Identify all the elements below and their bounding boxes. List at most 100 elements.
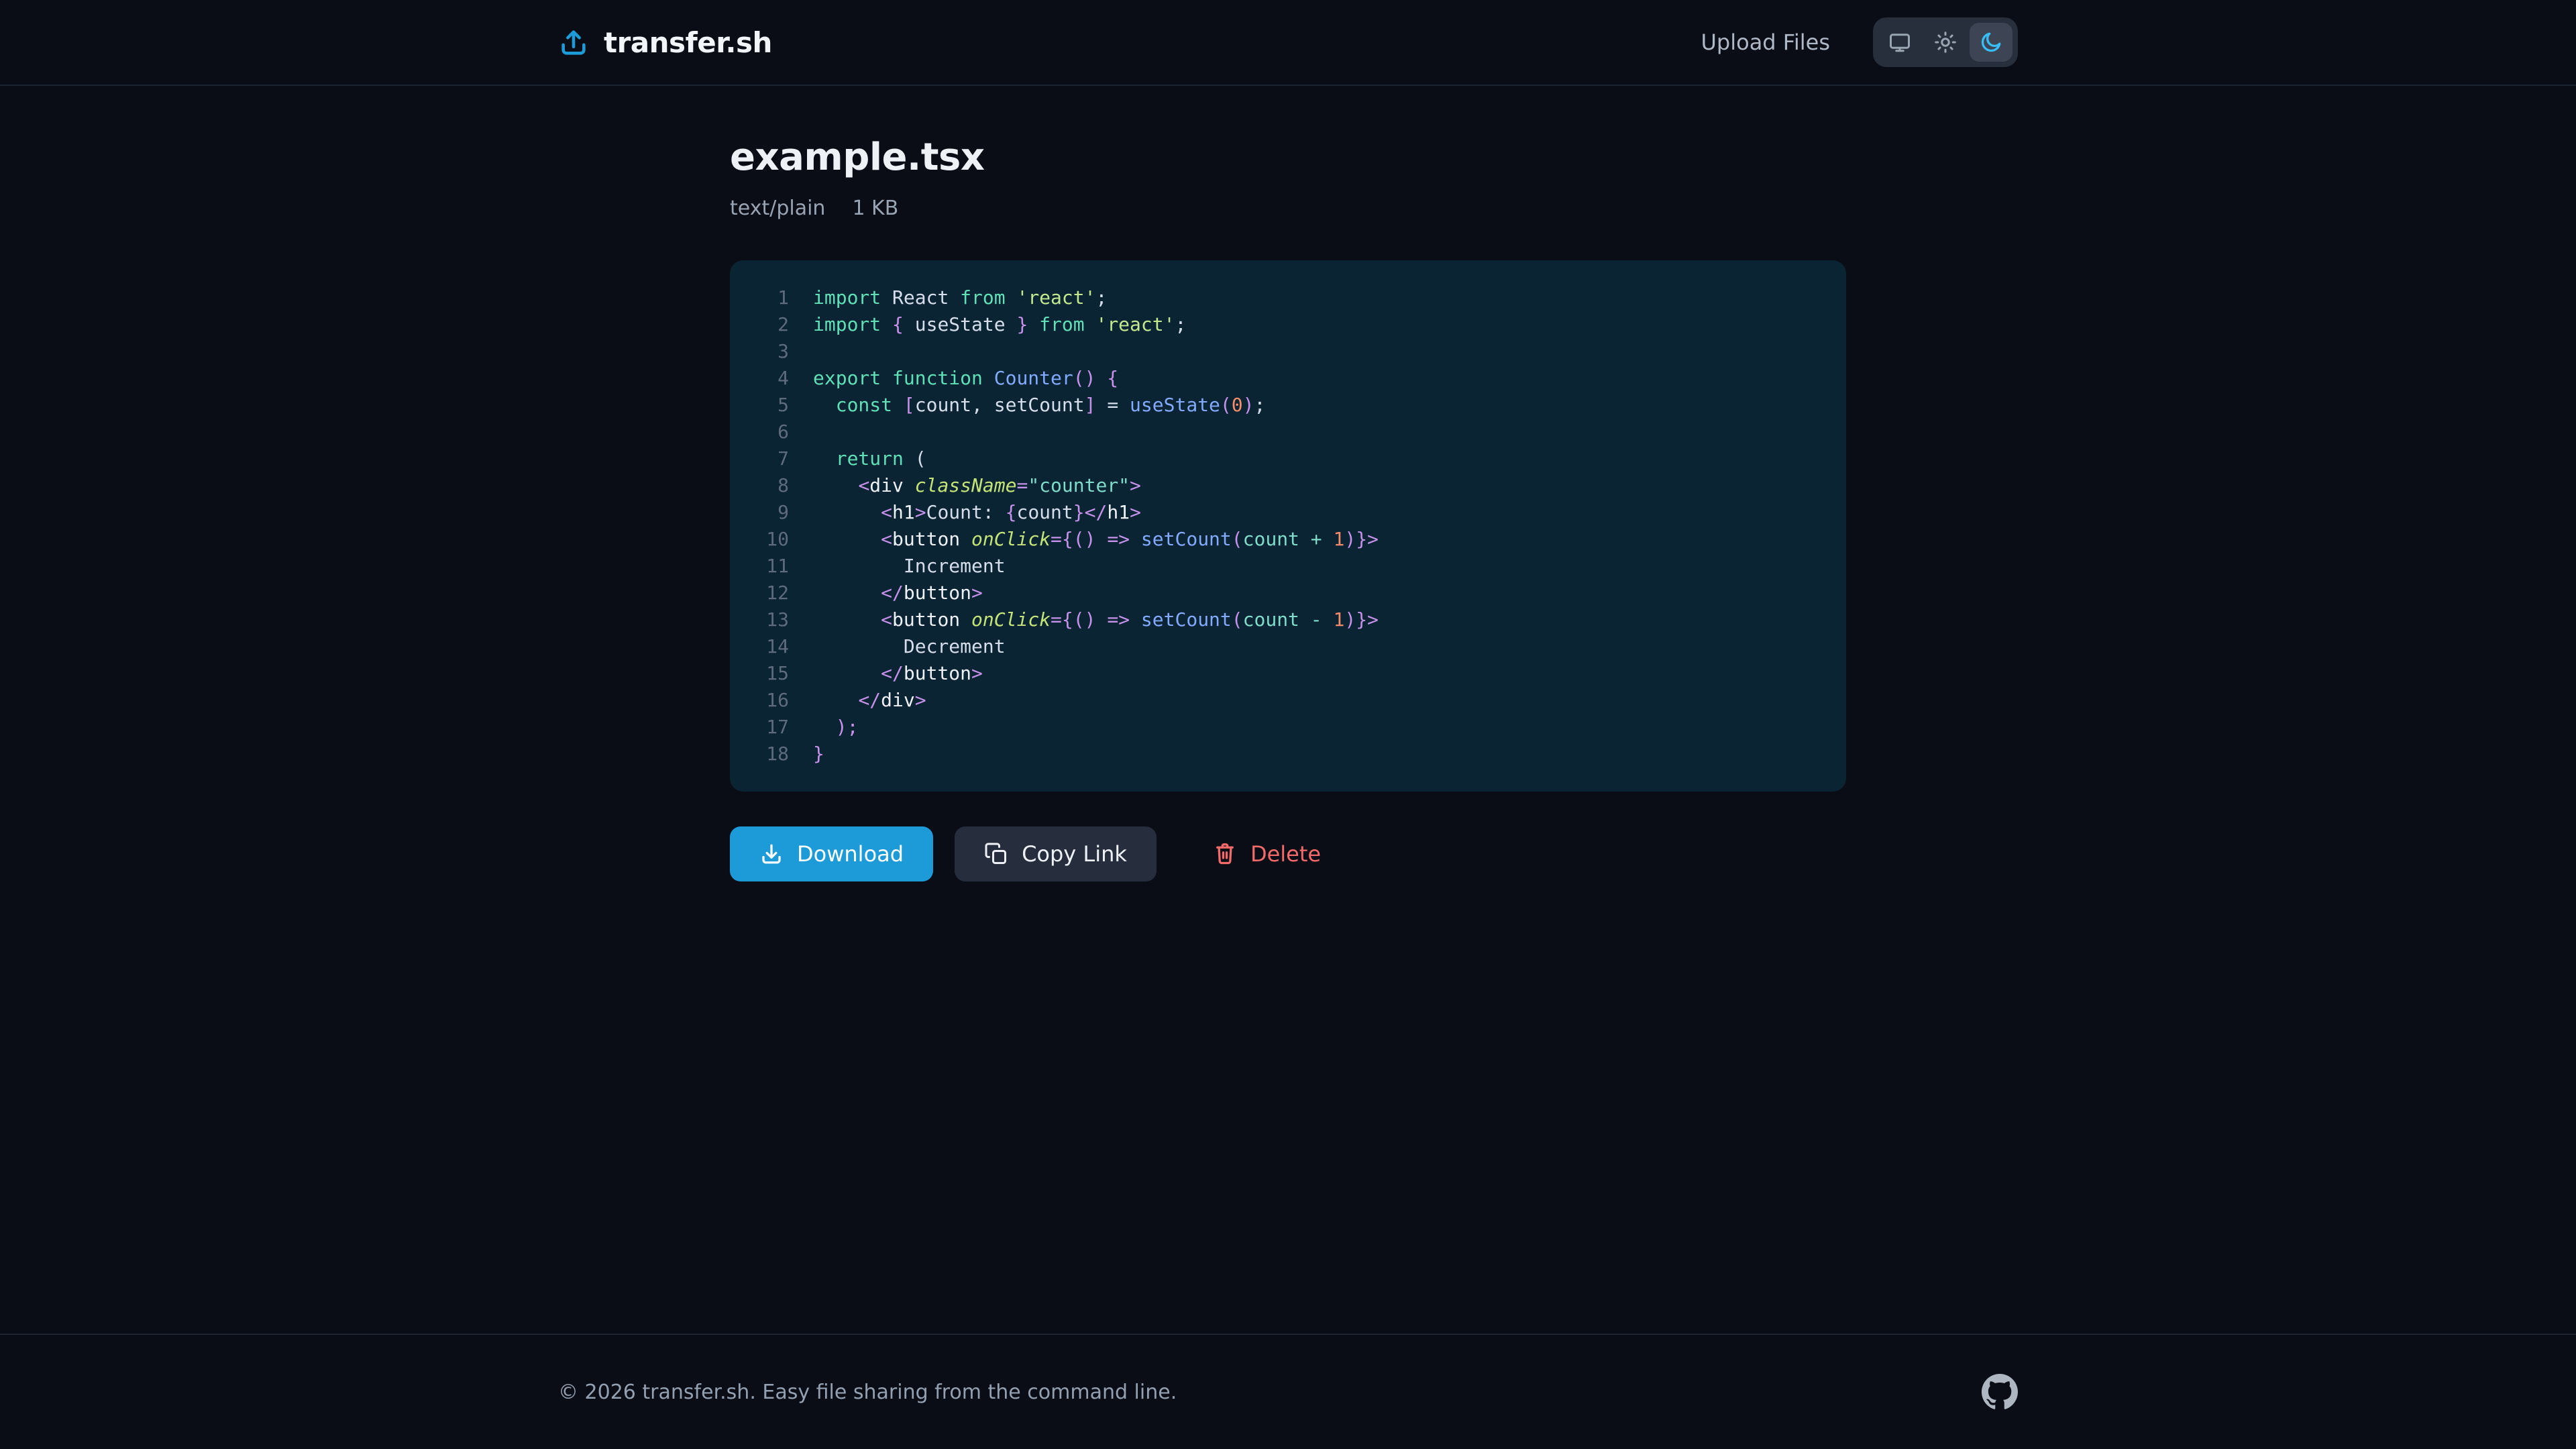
code-token: </ (881, 582, 904, 604)
code-line: 10 <button onClick={() => setCount(count… (757, 526, 1819, 553)
code-line: 16 </div> (757, 687, 1819, 714)
main: example.tsx text/plain 1 KB 1import Reac… (0, 86, 2576, 1334)
code-token: } (1073, 501, 1085, 523)
code-line: 9 <h1>Count: {count}</h1> (757, 499, 1819, 526)
copy-link-button-label: Copy Link (1022, 841, 1127, 867)
code-token: export function (813, 367, 983, 389)
code-token: </ (881, 662, 904, 684)
code-line: 7 return ( (757, 445, 1819, 472)
code-token: [ (892, 394, 915, 416)
code-token: ; (1254, 394, 1265, 416)
code-token: import (813, 286, 881, 309)
code-token: React (881, 286, 960, 309)
code-viewer: 1import React from 'react';2import { use… (730, 260, 1846, 792)
header-right: Upload Files (1701, 17, 2018, 67)
code-token: count - (1243, 608, 1334, 631)
code-token: } (813, 743, 824, 765)
code-token: ; (1095, 286, 1107, 309)
code-token (813, 447, 836, 470)
code-line: 12 </button> (757, 580, 1819, 606)
code-token: h1 (892, 501, 915, 523)
file-mime: text/plain (730, 197, 825, 220)
code-token: < (858, 474, 869, 496)
code-token: 1 (1333, 528, 1344, 550)
code-token: > (915, 689, 926, 711)
line-number: 15 (757, 660, 789, 687)
theme-system-button[interactable] (1878, 23, 1921, 62)
code-token: ); (836, 716, 859, 738)
code-line: 2import { useState } from 'react'; (757, 311, 1819, 338)
theme-dark-button[interactable] (1970, 23, 2012, 62)
code-line: 3 (757, 338, 1819, 365)
code-token: ={() => (1051, 608, 1130, 631)
line-number: 10 (757, 526, 789, 553)
code-token: > (1130, 474, 1141, 496)
code-token: Count: (926, 501, 1006, 523)
code-token: button (892, 528, 960, 550)
code-token: count, setCount (915, 394, 1085, 416)
code-token: ( (1232, 528, 1243, 550)
github-link[interactable] (1982, 1374, 2018, 1410)
copy-icon (984, 842, 1008, 866)
code-token: 'react' (1006, 286, 1096, 309)
code-token: Counter (983, 367, 1073, 389)
code-token: </ (1085, 501, 1108, 523)
line-number: 16 (757, 687, 789, 714)
code-token (813, 582, 881, 604)
code-token: onClick (960, 608, 1051, 631)
code-token (813, 474, 858, 496)
code-line: 11 Increment (757, 553, 1819, 580)
logo-link[interactable]: transfer.sh (558, 26, 772, 59)
code-token: count + (1243, 528, 1334, 550)
line-number: 17 (757, 714, 789, 741)
upload-icon (558, 27, 589, 58)
code-token: from (1028, 313, 1084, 335)
code-token: ( (1232, 608, 1243, 631)
code-token: onClick (960, 528, 1051, 550)
download-button-label: Download (797, 841, 904, 867)
code-token (813, 528, 881, 550)
line-number: 3 (757, 338, 789, 365)
code-token: { (1095, 367, 1118, 389)
code-token: setCount (1130, 528, 1232, 550)
nav-upload-files[interactable]: Upload Files (1701, 30, 1830, 55)
code-token: from (960, 286, 1005, 309)
theme-light-button[interactable] (1924, 23, 1967, 62)
code-token: h1 (1107, 501, 1130, 523)
code-token: const (836, 394, 892, 416)
code-token (813, 501, 881, 523)
code-token: 'react' (1085, 313, 1175, 335)
line-number: 7 (757, 445, 789, 472)
code-token: button (892, 608, 960, 631)
line-number: 4 (757, 365, 789, 392)
code-token: return (836, 447, 904, 470)
code-token: import (813, 313, 881, 335)
code-line: 8 <div className="counter"> (757, 472, 1819, 499)
file-size: 1 KB (852, 197, 898, 220)
code-token (813, 662, 881, 684)
delete-button-label: Delete (1250, 841, 1321, 867)
code-line: 15 </button> (757, 660, 1819, 687)
download-button[interactable]: Download (730, 826, 933, 881)
code-token: } (1016, 313, 1028, 335)
code-token: div (881, 689, 915, 711)
code-token: )}> (1344, 608, 1379, 631)
file-meta: text/plain 1 KB (730, 197, 1846, 220)
line-number: 9 (757, 499, 789, 526)
code-token: ] (1085, 394, 1096, 416)
code-line: 13 <button onClick={() => setCount(count… (757, 606, 1819, 633)
code-token: div (869, 474, 904, 496)
code-token: button (904, 662, 971, 684)
copy-link-button[interactable]: Copy Link (955, 826, 1157, 881)
delete-button[interactable]: Delete (1199, 826, 1334, 881)
code-line: 14 Decrement (757, 633, 1819, 660)
action-bar: Download Copy Link (730, 826, 1846, 881)
line-number: 8 (757, 472, 789, 499)
code-token: )}> (1344, 528, 1379, 550)
code-token: className (904, 474, 1017, 496)
code-token: ) (1243, 394, 1254, 416)
code-token: { (1006, 501, 1017, 523)
code-token: "counter" (1028, 474, 1130, 496)
content-container: example.tsx text/plain 1 KB 1import Reac… (730, 136, 1846, 881)
code-token: Decrement (813, 635, 1006, 657)
